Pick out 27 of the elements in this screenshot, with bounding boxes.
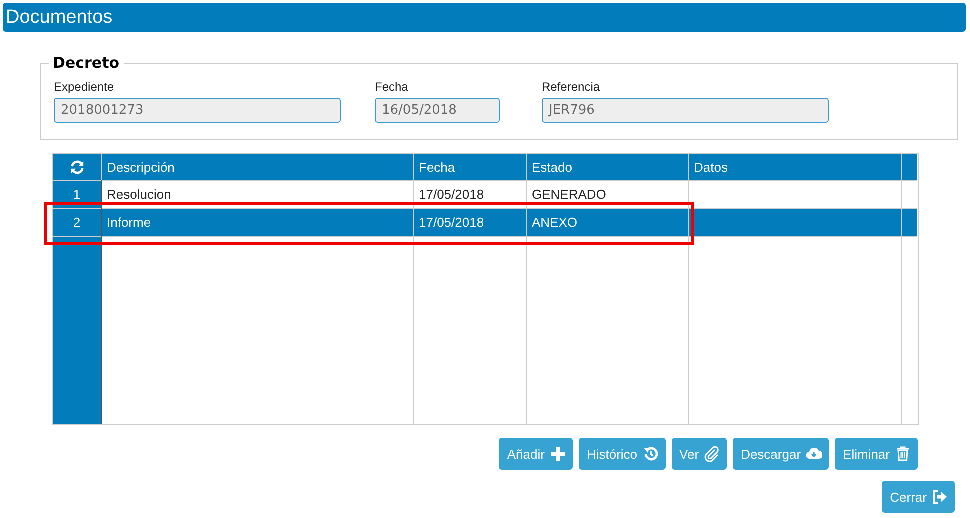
button[interactable]: Descargar	[733, 438, 830, 470]
button[interactable]: Eliminar	[835, 438, 918, 470]
button[interactable]: Añadir	[499, 438, 573, 470]
button[interactable]: Cerrar	[882, 481, 955, 513]
refresh-icon	[70, 160, 84, 174]
history-icon	[642, 446, 659, 462]
button[interactable]: Histórico	[578, 438, 666, 470]
plus-icon	[550, 446, 566, 462]
cloud-download-icon	[806, 446, 822, 462]
button[interactable]: Ver	[672, 438, 728, 470]
row-number: 2	[53, 208, 102, 236]
refresh-button[interactable]	[53, 154, 102, 180]
column-header[interactable]: Estado	[527, 154, 689, 180]
field-label: Expediente	[54, 80, 116, 94]
trash-icon	[895, 446, 911, 462]
table-cell: ANEXO	[527, 208, 689, 236]
paperclip-icon	[704, 446, 720, 462]
exit-icon	[932, 489, 948, 505]
field-label: Fecha	[375, 80, 410, 94]
table-cell: 17/05/2018	[414, 208, 527, 236]
table-cell: Informe	[102, 208, 414, 236]
field-label: Referencia	[542, 80, 602, 94]
column-header[interactable]: Descripción	[102, 154, 414, 180]
column-header[interactable]: Fecha	[414, 154, 527, 180]
window-title: Documentos	[6, 6, 113, 28]
column-header	[902, 154, 917, 180]
column-header[interactable]: Datos	[689, 154, 902, 180]
